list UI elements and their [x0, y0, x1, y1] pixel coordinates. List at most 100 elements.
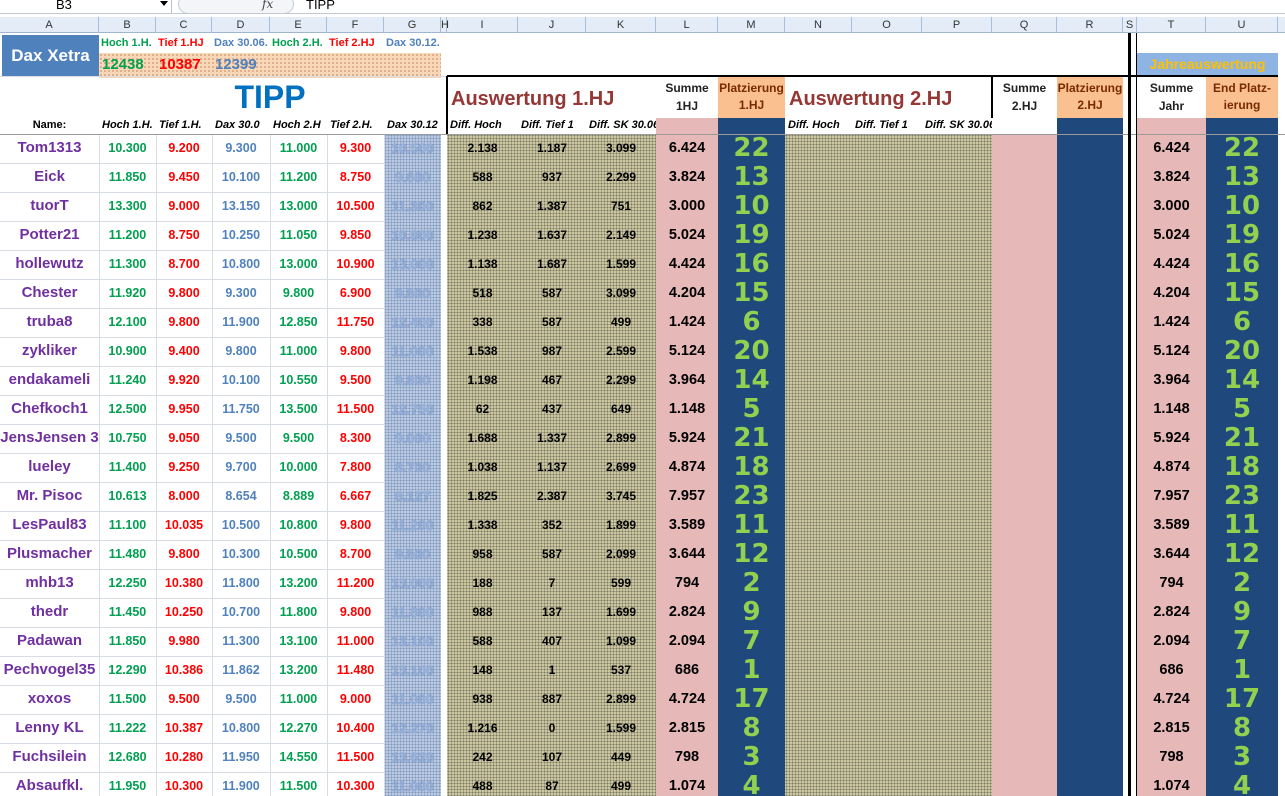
row-17-d2[interactable]: 137 — [518, 598, 586, 627]
row-1-d3[interactable]: 3.099 — [586, 134, 656, 163]
row-20-d2[interactable]: 887 — [518, 685, 586, 714]
row-15-tief2[interactable]: 8.700 — [327, 540, 384, 569]
row-15-sum[interactable]: 3.644 — [656, 540, 718, 569]
row-12-dax2[interactable]: 8.700 — [384, 453, 441, 482]
name-box[interactable]: B3 — [0, 0, 172, 13]
row-4-dax2[interactable]: 10.800 — [384, 221, 441, 250]
row-14-sum[interactable]: 3.589 — [656, 511, 718, 540]
top-header-4[interactable]: Hoch 2.H. — [270, 35, 327, 51]
row-19-tief1[interactable]: 10.386 — [156, 656, 212, 685]
row-19-dax2[interactable]: 13.100 — [384, 656, 441, 685]
row-22-tief1[interactable]: 10.280 — [156, 743, 212, 772]
row-17-hoch2[interactable]: 11.800 — [270, 598, 327, 627]
row-3-d1[interactable]: 862 — [447, 192, 518, 221]
row-21-sumyr[interactable]: 2.815 — [1137, 714, 1206, 743]
row-22-tief2[interactable]: 11.500 — [327, 743, 384, 772]
row-16-tief1[interactable]: 10.380 — [156, 569, 212, 598]
row-6-sum[interactable]: 4.204 — [656, 279, 718, 308]
row-23-dax1[interactable]: 11.900 — [212, 772, 270, 796]
top-header-6[interactable]: Dax 30.12. — [384, 35, 441, 51]
row-1-tief2[interactable]: 9.300 — [327, 134, 384, 163]
row-5-hoch2[interactable]: 13.000 — [270, 250, 327, 279]
row-7-hoch1[interactable]: 12.100 — [99, 308, 156, 337]
row-20-name[interactable]: xoxos — [0, 685, 99, 714]
column-header-r[interactable]: R — [1057, 17, 1123, 33]
row-16-dax1[interactable]: 11.800 — [212, 569, 270, 598]
top-header-2[interactable]: Tief 1.HJ — [156, 35, 212, 51]
row-17-end[interactable]: 9 — [1206, 598, 1278, 627]
row-21-dax2[interactable]: 12.270 — [384, 714, 441, 743]
dax-actual-3[interactable]: 12399 — [212, 53, 270, 76]
row-19-d1[interactable]: 148 — [447, 656, 518, 685]
row-4-d1[interactable]: 1.238 — [447, 221, 518, 250]
row-20-d1[interactable]: 938 — [447, 685, 518, 714]
row-22-dax1[interactable]: 11.950 — [212, 743, 270, 772]
column-header-g[interactable]: G — [384, 17, 441, 33]
row-12-hoch2[interactable]: 10.000 — [270, 453, 327, 482]
row-12-tief1[interactable]: 9.250 — [156, 453, 212, 482]
row-17-d1[interactable]: 988 — [447, 598, 518, 627]
row-23-d1[interactable]: 488 — [447, 772, 518, 796]
row-6-end[interactable]: 15 — [1206, 279, 1278, 308]
row-18-hoch2[interactable]: 13.100 — [270, 627, 327, 656]
summe-jahr-header[interactable]: Summe Jahr — [1137, 76, 1206, 118]
column-header-n[interactable]: N — [785, 17, 852, 33]
row-7-tief1[interactable]: 9.800 — [156, 308, 212, 337]
row-19-sum[interactable]: 686 — [656, 656, 718, 685]
row-7-d3[interactable]: 499 — [586, 308, 656, 337]
row-11-sumyr[interactable]: 5.924 — [1137, 424, 1206, 453]
row-11-d1[interactable]: 1.688 — [447, 424, 518, 453]
tipp-heading[interactable]: TIPP — [99, 76, 441, 118]
row-21-tief1[interactable]: 10.387 — [156, 714, 212, 743]
row-4-hoch1[interactable]: 11.200 — [99, 221, 156, 250]
row-11-name[interactable]: JensJensen 3 — [0, 424, 99, 453]
row-23-hoch1[interactable]: 11.950 — [99, 772, 156, 796]
summe-2hj-header[interactable]: Summe 2.HJ — [992, 76, 1057, 118]
row-1-end[interactable]: 22 — [1206, 134, 1278, 163]
row-16-hoch2[interactable]: 13.200 — [270, 569, 327, 598]
row-12-d1[interactable]: 1.038 — [447, 453, 518, 482]
row-22-dax2[interactable]: 13.620 — [384, 743, 441, 772]
row-10-tief1[interactable]: 9.950 — [156, 395, 212, 424]
row-10-end[interactable]: 5 — [1206, 395, 1278, 424]
row-6-tief2[interactable]: 6.900 — [327, 279, 384, 308]
row-17-tief2[interactable]: 9.800 — [327, 598, 384, 627]
row-20-dax1[interactable]: 9.500 — [212, 685, 270, 714]
row-7-dax2[interactable]: 12.400 — [384, 308, 441, 337]
row-10-tief2[interactable]: 11.500 — [327, 395, 384, 424]
chevron-down-icon[interactable] — [160, 1, 168, 6]
row-14-tief2[interactable]: 9.800 — [327, 511, 384, 540]
row-6-name[interactable]: Chester — [0, 279, 99, 308]
row-8-dax2[interactable]: 11.000 — [384, 337, 441, 366]
row-5-tief1[interactable]: 8.700 — [156, 250, 212, 279]
row-1-tief1[interactable]: 9.200 — [156, 134, 212, 163]
col-label-7[interactable]: Diff. Hoch — [447, 118, 518, 134]
row-7-d1[interactable]: 338 — [447, 308, 518, 337]
row-17-tief1[interactable]: 10.250 — [156, 598, 212, 627]
row-1-sumyr[interactable]: 6.424 — [1137, 134, 1206, 163]
row-23-tief1[interactable]: 10.300 — [156, 772, 212, 796]
dax-actual-2[interactable]: 10387 — [156, 53, 212, 76]
platz-1hj-header[interactable]: Platzierung 1.HJ — [718, 76, 785, 118]
row-23-tief2[interactable]: 10.300 — [327, 772, 384, 796]
row-20-tief2[interactable]: 9.000 — [327, 685, 384, 714]
row-21-tief2[interactable]: 10.400 — [327, 714, 384, 743]
row-13-sumyr[interactable]: 7.957 — [1137, 482, 1206, 511]
row-17-sumyr[interactable]: 2.824 — [1137, 598, 1206, 627]
col-label-5[interactable]: Tief 2.H. — [327, 118, 384, 134]
column-header-p[interactable]: P — [922, 17, 992, 33]
column-header-t[interactable]: T — [1137, 17, 1206, 33]
row-8-d3[interactable]: 2.599 — [586, 337, 656, 366]
row-17-rank[interactable]: 9 — [718, 598, 785, 627]
row-17-name[interactable]: thedr — [0, 598, 99, 627]
row-20-sum[interactable]: 4.724 — [656, 685, 718, 714]
row-5-tief2[interactable]: 10.900 — [327, 250, 384, 279]
row-12-hoch1[interactable]: 11.400 — [99, 453, 156, 482]
row-14-end[interactable]: 11 — [1206, 511, 1278, 540]
row-16-sumyr[interactable]: 794 — [1137, 569, 1206, 598]
row-2-name[interactable]: Eick — [0, 163, 99, 192]
row-20-tief1[interactable]: 9.500 — [156, 685, 212, 714]
row-18-sum[interactable]: 2.094 — [656, 627, 718, 656]
row-15-dax2[interactable]: 9.500 — [384, 540, 441, 569]
row-5-hoch1[interactable]: 11.300 — [99, 250, 156, 279]
